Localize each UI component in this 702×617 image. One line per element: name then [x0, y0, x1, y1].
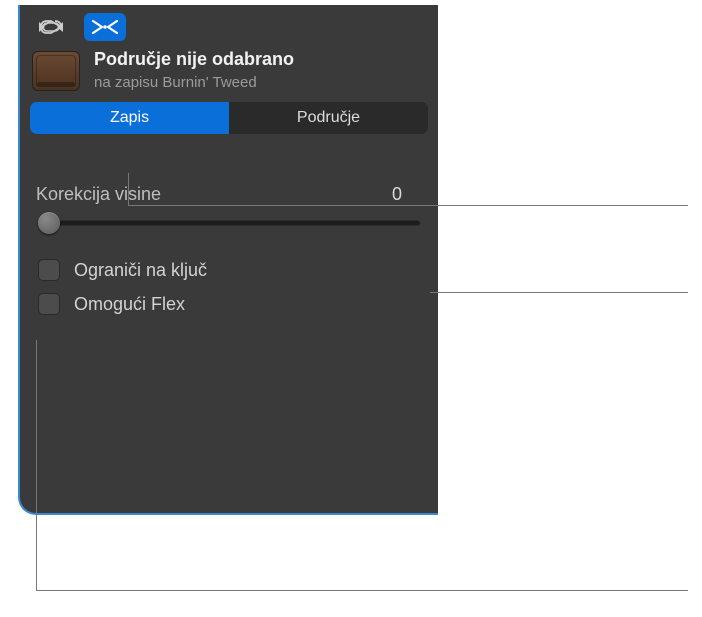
controls: Korekcija visine 0 Ograniči na ključ Omo… — [20, 134, 438, 331]
enable-flex-row: Omogući Flex — [34, 287, 424, 321]
toolbar — [20, 5, 438, 45]
tab-group: Zapis Područje — [30, 102, 428, 134]
split-merge-icon — [90, 17, 120, 37]
header-subtitle: na zapisu Burnin' Tweed — [94, 73, 294, 93]
slider-track — [44, 221, 420, 226]
limit-to-key-checkbox[interactable] — [38, 259, 60, 281]
enable-flex-checkbox[interactable] — [38, 293, 60, 315]
inspector-panel: Područje nije odabrano na zapisu Burnin'… — [18, 5, 438, 515]
header-title: Područje nije odabrano — [94, 49, 294, 71]
limit-to-key-label: Ograniči na ključ — [74, 260, 207, 281]
callout-line — [36, 590, 688, 591]
pitch-label: Korekcija visine — [36, 184, 161, 205]
enable-flex-label: Omogući Flex — [74, 294, 185, 315]
header: Područje nije odabrano na zapisu Burnin'… — [20, 45, 438, 102]
pitch-slider[interactable] — [34, 211, 424, 235]
limit-to-key-row: Ograniči na ključ — [34, 253, 424, 287]
loop-icon — [37, 18, 65, 36]
pitch-correction-row: Korekcija visine 0 — [34, 184, 424, 211]
header-text: Područje nije odabrano na zapisu Burnin'… — [94, 49, 294, 92]
pitch-value: 0 — [392, 184, 420, 205]
tab-podrucje[interactable]: Područje — [229, 102, 428, 134]
tab-zapis[interactable]: Zapis — [30, 102, 229, 134]
callout-line — [430, 292, 688, 293]
slider-thumb[interactable] — [38, 212, 60, 234]
callout-line — [128, 173, 129, 205]
callout-line — [128, 205, 688, 206]
callout-line — [36, 340, 37, 590]
loop-icon-button[interactable] — [30, 13, 72, 41]
split-merge-icon-button[interactable] — [84, 13, 126, 41]
track-thumbnail — [32, 51, 80, 91]
